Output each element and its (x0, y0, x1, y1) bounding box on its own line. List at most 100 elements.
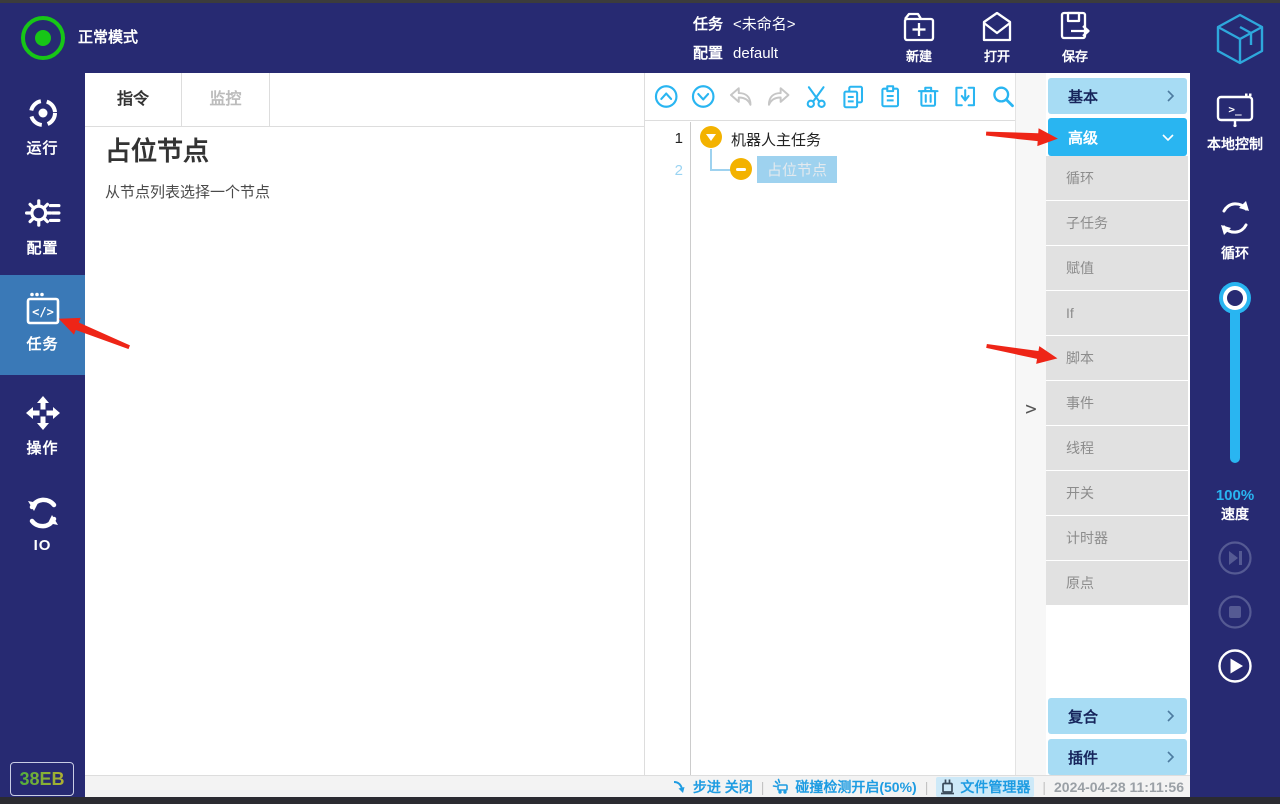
triangle-down-icon (706, 134, 716, 141)
sidebar-item-operation[interactable]: 操作 (0, 395, 85, 458)
delete-button[interactable] (916, 84, 940, 109)
node-type-timer[interactable]: 计时器 (1046, 516, 1188, 560)
io-sync-icon (25, 495, 61, 531)
node-type-thread[interactable]: 线程 (1046, 426, 1188, 470)
category-composite[interactable]: 复合 (1048, 698, 1187, 734)
node-type-loop[interactable]: 循环 (1046, 156, 1188, 200)
category-composite-label: 复合 (1068, 706, 1098, 727)
placeholder-node-icon[interactable] (730, 158, 752, 180)
chevron-right-icon (1166, 709, 1175, 723)
config-label: 配置 (693, 45, 723, 62)
tree-connector-line (710, 149, 732, 171)
node-type-script[interactable]: 脚本 (1046, 336, 1188, 380)
task-node-icon[interactable] (700, 126, 722, 148)
svg-text:>_: >_ (1228, 103, 1242, 116)
usb-drive-icon (940, 778, 955, 795)
task-info: 任务<未命名> 配置default (693, 10, 796, 68)
tree-row-placeholder-selected[interactable]: 占位节点 (757, 156, 837, 183)
status-dot (35, 30, 51, 46)
redo-button[interactable] (766, 84, 790, 109)
tab-instruction[interactable]: 指令 (85, 73, 182, 126)
sidebar-item-label: 操作 (0, 437, 85, 458)
sidebar-item-task[interactable]: </> 任务 (0, 291, 85, 354)
sidebar-item-run[interactable]: 运行 (0, 95, 85, 158)
separator: | (761, 779, 765, 795)
sidebar-item-label: 运行 (0, 137, 85, 158)
category-advanced-label: 高级 (1068, 127, 1098, 148)
tab-monitor[interactable]: 监控 (182, 73, 270, 126)
category-plugin[interactable]: 插件 (1048, 739, 1187, 775)
left-sidebar: 运行 配置 </> 任务 (0, 73, 85, 797)
stop-button[interactable] (1218, 595, 1252, 629)
category-basic[interactable]: 基本 (1048, 78, 1187, 114)
chevron-down-icon (1161, 133, 1175, 142)
app-root: 正常模式 任务<未命名> 配置default 新建 (0, 0, 1280, 804)
node-type-if[interactable]: If (1046, 291, 1188, 335)
move-down-button[interactable] (691, 84, 715, 109)
step-forward-button[interactable] (1218, 541, 1252, 575)
cut-button[interactable] (804, 84, 828, 109)
tab-bar: 指令 监控 (85, 73, 644, 127)
sidebar-item-label: 任务 (0, 333, 85, 354)
node-subtitle: 从节点列表选择一个节点 (105, 181, 270, 202)
move-arrows-icon (25, 395, 61, 431)
line-number-divider (690, 122, 691, 775)
loop-label: 循环 (1190, 243, 1280, 263)
status-bar: 步进 关闭 | 碰撞检测开启(50%) | 文件管理器 (85, 775, 1190, 797)
top-bar: 正常模式 任务<未命名> 配置default 新建 (0, 3, 1280, 73)
device-code-badge[interactable]: 38EB (10, 762, 74, 796)
step-mode-status[interactable]: 步进 关闭 (672, 777, 753, 797)
tree-line-number: 1 (645, 130, 683, 147)
sidebar-item-config[interactable]: 配置 (0, 195, 85, 258)
file-manager-label: 文件管理器 (960, 777, 1030, 797)
node-category-panel: 基本 高级 循环 子任务 赋值 If 脚本 事件 线程 开关 计时器 原点 复合… (1046, 73, 1190, 775)
tree-toolbar (645, 73, 1015, 121)
new-task-button[interactable]: 新建 (884, 7, 954, 71)
right-sidebar: >_ 本地控制 循环 100% 速度 (1190, 73, 1280, 797)
node-type-assign[interactable]: 赋值 (1046, 246, 1188, 290)
loop-icon (1215, 198, 1255, 238)
terminal-icon: >_ (1214, 93, 1256, 129)
category-basic-label: 基本 (1068, 86, 1098, 107)
play-button[interactable] (1218, 649, 1252, 683)
category-advanced-expanded[interactable]: 高级 (1048, 118, 1187, 156)
minus-icon (736, 168, 746, 171)
search-button[interactable] (991, 84, 1015, 109)
brand-logo (1210, 9, 1270, 69)
undo-button[interactable] (729, 84, 753, 109)
panel-expander[interactable]: > (1015, 73, 1047, 775)
speed-slider-handle[interactable] (1223, 286, 1247, 310)
copy-button[interactable] (841, 84, 865, 109)
collision-detection-status[interactable]: 碰撞检测开启(50%) (772, 777, 916, 797)
gear-icon (25, 195, 61, 231)
local-control-label: 本地控制 (1190, 134, 1280, 154)
move-up-button[interactable] (654, 84, 678, 109)
sidebar-item-io[interactable]: IO (0, 495, 85, 554)
local-control-button[interactable]: >_ 本地控制 (1190, 93, 1280, 154)
task-tree-panel: 1 2 机器人主任务 占位节点 (645, 73, 1016, 775)
speed-slider-track[interactable] (1230, 301, 1240, 463)
config-row: 配置default (693, 39, 796, 68)
mode-label: 正常模式 (78, 3, 138, 73)
chevron-right-icon: > (1016, 398, 1046, 420)
category-plugin-label: 插件 (1068, 747, 1098, 768)
node-type-event[interactable]: 事件 (1046, 381, 1188, 425)
speed-percentage: 100% (1190, 487, 1280, 504)
loop-mode-button[interactable]: 循环 (1190, 198, 1280, 263)
node-type-switch[interactable]: 开关 (1046, 471, 1188, 515)
open-icon (979, 9, 1015, 45)
node-type-home[interactable]: 原点 (1046, 561, 1188, 605)
file-manager-button[interactable]: 文件管理器 (936, 777, 1034, 797)
insert-node-button[interactable] (953, 84, 977, 109)
open-task-button[interactable]: 打开 (962, 7, 1032, 71)
save-task-button[interactable]: 保存 (1040, 7, 1110, 71)
node-type-subtask[interactable]: 子任务 (1046, 201, 1188, 245)
task-label: 任务 (693, 16, 723, 33)
paste-button[interactable] (878, 84, 902, 109)
task-row: 任务<未命名> (693, 10, 796, 39)
separator: | (1042, 779, 1046, 795)
collision-icon (772, 778, 790, 795)
tree-row-main-task[interactable]: 机器人主任务 (731, 129, 821, 150)
code-window-icon: </> (24, 291, 62, 327)
sidebar-item-label: 配置 (0, 237, 85, 258)
